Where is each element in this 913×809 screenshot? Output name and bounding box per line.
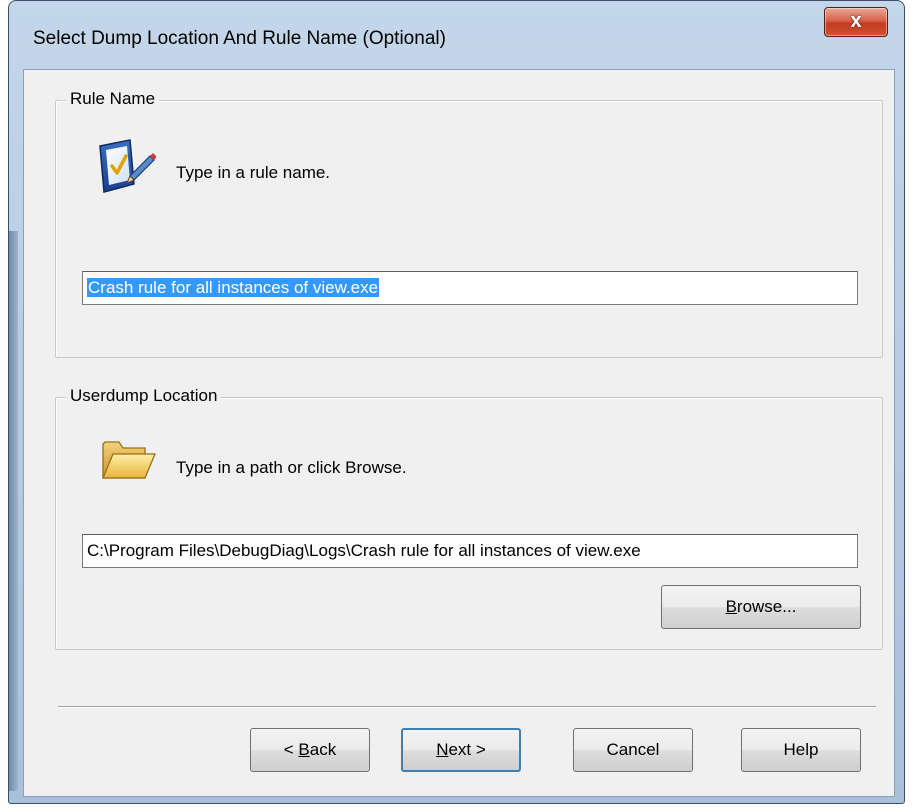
- title-bar[interactable]: Select Dump Location And Rule Name (Opti…: [9, 1, 904, 79]
- close-button[interactable]: x: [824, 7, 888, 37]
- next-mnemonic: N: [436, 740, 449, 759]
- cancel-button[interactable]: Cancel: [573, 728, 693, 772]
- window-title: Select Dump Location And Rule Name (Opti…: [33, 28, 446, 49]
- browse-button[interactable]: Browse...: [661, 585, 861, 629]
- dialog-client-area: Rule Name Type in a rule name. Crash rul…: [23, 69, 895, 797]
- dialog-window: Select Dump Location And Rule Name (Opti…: [8, 0, 905, 804]
- userdump-path-input[interactable]: C:\Program Files\DebugDiag\Logs\Crash ru…: [82, 534, 858, 568]
- back-label: ack: [309, 740, 337, 759]
- userdump-location-legend: Userdump Location: [66, 386, 222, 406]
- help-button[interactable]: Help: [741, 728, 861, 772]
- browse-mnemonic: B: [725, 597, 737, 616]
- checklist-pen-icon: [96, 136, 157, 203]
- userdump-location-group: Userdump Location Type in a path or clic…: [55, 386, 883, 650]
- back-button[interactable]: < Back: [250, 728, 370, 772]
- rule-name-input[interactable]: Crash rule for all instances of view.exe: [82, 271, 858, 305]
- next-label: ext >: [448, 740, 486, 759]
- rule-name-value: Crash rule for all instances of view.exe: [87, 278, 380, 297]
- userdump-location-instruction: Type in a path or click Browse.: [176, 458, 407, 477]
- help-label: Help: [783, 740, 819, 759]
- window-left-edge: [9, 231, 18, 791]
- button-separator: [58, 706, 876, 708]
- folder-icon: [101, 436, 157, 487]
- userdump-path-value: C:\Program Files\DebugDiag\Logs\Crash ru…: [87, 541, 641, 560]
- browse-label: rowse...: [736, 597, 797, 616]
- rule-name-legend: Rule Name: [66, 89, 160, 109]
- back-prefix: <: [283, 740, 299, 759]
- back-mnemonic: B: [298, 740, 310, 759]
- rule-name-group: Rule Name Type in a rule name. Crash rul…: [55, 89, 883, 358]
- cancel-label: Cancel: [606, 740, 660, 759]
- next-button[interactable]: Next >: [401, 728, 521, 772]
- rule-name-instruction: Type in a rule name.: [176, 163, 331, 182]
- close-icon: x: [850, 10, 862, 32]
